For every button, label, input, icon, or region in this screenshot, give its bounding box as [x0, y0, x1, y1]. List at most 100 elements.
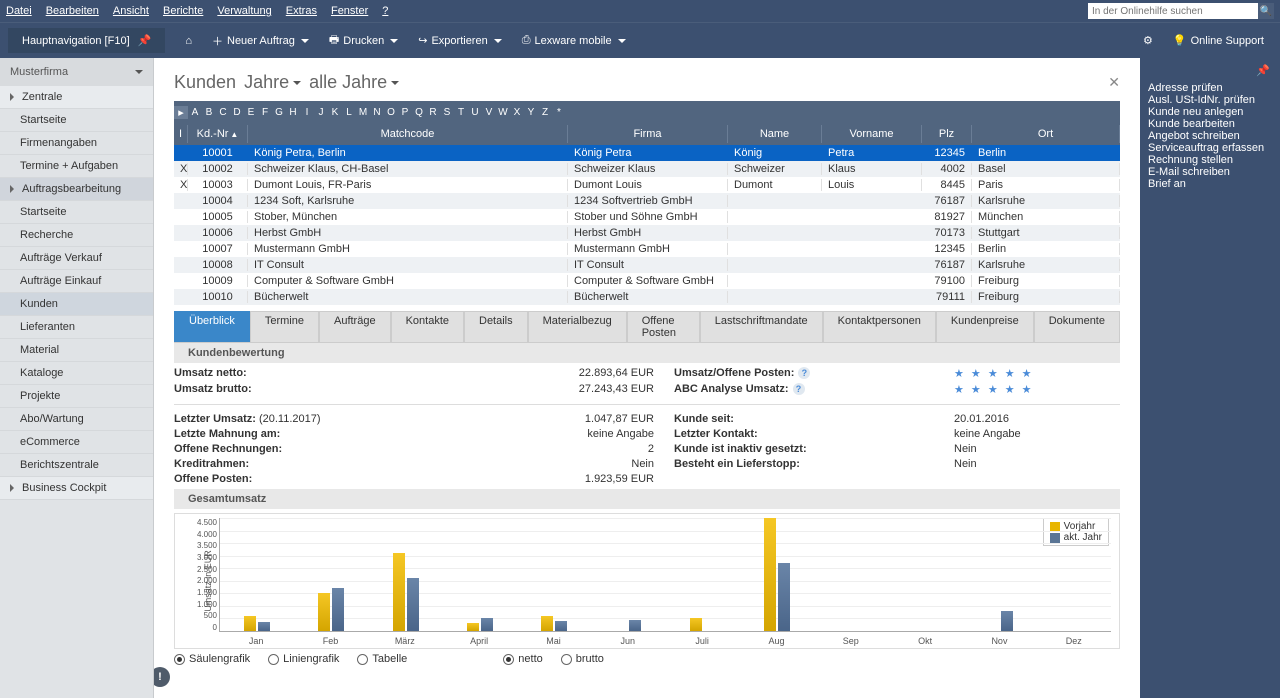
pin-icon[interactable]: 📌 [1256, 64, 1270, 77]
action-brief-an[interactable]: Brief an [1148, 178, 1272, 190]
year-dropdown-1[interactable]: Jahre [244, 72, 301, 93]
table-row[interactable]: 10001König Petra, BerlinKönig PetraKönig… [174, 145, 1120, 161]
alpha-H[interactable]: H [286, 107, 300, 118]
radio-saulengrafik[interactable]: Säulengrafik [174, 653, 250, 665]
sidebar-item-ecommerce[interactable]: eCommerce [0, 431, 153, 454]
info-icon[interactable]: ? [798, 367, 810, 379]
alpha-I[interactable]: I [300, 107, 314, 118]
sidebar-item-auftr-ge-verkauf[interactable]: Aufträge Verkauf [0, 247, 153, 270]
alpha-J[interactable]: J [314, 107, 328, 118]
tab-kontaktpersonen[interactable]: Kontaktpersonen [823, 311, 936, 342]
row-selector[interactable]: ▸ [174, 106, 188, 119]
close-icon[interactable]: ✕ [1108, 74, 1120, 91]
col-ort[interactable]: Ort [972, 125, 1120, 143]
info-icon[interactable]: ? [793, 383, 805, 395]
table-row[interactable]: 10005Stober, MünchenStober und Söhne Gmb… [174, 209, 1120, 225]
action-adresse-pr-fen[interactable]: Adresse prüfen [1148, 82, 1272, 94]
sidebar-company-header[interactable]: Musterfirma [0, 58, 153, 86]
sidebar-item-startseite[interactable]: Startseite [0, 201, 153, 224]
main-nav-button[interactable]: Hauptnavigation [F10]📌 [8, 28, 165, 53]
radio-tabelle[interactable]: Tabelle [357, 653, 407, 665]
tab--berblick[interactable]: Überblick [174, 311, 250, 342]
alpha-K[interactable]: K [328, 107, 342, 118]
sidebar-item-kunden[interactable]: Kunden [0, 293, 153, 316]
tab-offene-posten[interactable]: Offene Posten [627, 311, 700, 342]
sidebar-item-auftragsbearbeitung[interactable]: Auftragsbearbeitung [0, 178, 153, 201]
alpha-T[interactable]: T [454, 107, 468, 118]
sidebar-item-material[interactable]: Material [0, 339, 153, 362]
alpha-Z[interactable]: Z [538, 107, 552, 118]
tab-auftr-ge[interactable]: Aufträge [319, 311, 391, 342]
online-support-button[interactable]: 💡Online Support [1165, 30, 1272, 51]
action-kunde-neu-anlegen[interactable]: Kunde neu anlegen [1148, 106, 1272, 118]
help-search-input[interactable] [1088, 3, 1258, 19]
action-angebot-schreiben[interactable]: Angebot schreiben [1148, 130, 1272, 142]
menu-fenster[interactable]: Fenster [331, 5, 368, 17]
sidebar-item-lieferanten[interactable]: Lieferanten [0, 316, 153, 339]
sidebar-item-abo-wartung[interactable]: Abo/Wartung [0, 408, 153, 431]
alpha-G[interactable]: G [272, 107, 286, 118]
table-row[interactable]: 10008IT ConsultIT Consult76187Karlsruhe [174, 257, 1120, 273]
menu-?[interactable]: ? [382, 5, 388, 17]
tab-kontakte[interactable]: Kontakte [391, 311, 464, 342]
tab-materialbezug[interactable]: Materialbezug [528, 311, 627, 342]
table-row[interactable]: 10009Computer & Software GmbHComputer & … [174, 273, 1120, 289]
lexware-mobile-button[interactable]: ⎙Lexware mobile [514, 30, 634, 51]
alpha-L[interactable]: L [342, 107, 356, 118]
tab-details[interactable]: Details [464, 311, 528, 342]
alpha-F[interactable]: F [258, 107, 272, 118]
search-icon[interactable]: 🔍 [1258, 3, 1274, 19]
sidebar-item-berichtszentrale[interactable]: Berichtszentrale [0, 454, 153, 477]
alpha-Y[interactable]: Y [524, 107, 538, 118]
tab-lastschriftmandate[interactable]: Lastschriftmandate [700, 311, 823, 342]
sidebar-item-business-cockpit[interactable]: Business Cockpit [0, 477, 153, 500]
sidebar-item-projekte[interactable]: Projekte [0, 385, 153, 408]
alpha-N[interactable]: N [370, 107, 384, 118]
alpha-O[interactable]: O [384, 107, 398, 118]
menu-ansicht[interactable]: Ansicht [113, 5, 149, 17]
alpha-V[interactable]: V [482, 107, 496, 118]
menu-berichte[interactable]: Berichte [163, 5, 203, 17]
new-order-button[interactable]: ＋Neuer Auftrag [204, 29, 317, 53]
tab-termine[interactable]: Termine [250, 311, 319, 342]
alpha-S[interactable]: S [440, 107, 454, 118]
year-dropdown-2[interactable]: alle Jahre [309, 72, 399, 93]
sidebar-item-kataloge[interactable]: Kataloge [0, 362, 153, 385]
alpha-A[interactable]: A [188, 107, 202, 118]
alpha-*[interactable]: * [552, 107, 566, 118]
tab-dokumente[interactable]: Dokumente [1034, 311, 1120, 342]
alpha-C[interactable]: C [216, 107, 230, 118]
info-icon[interactable]: ! [154, 667, 170, 687]
table-row[interactable]: 100041234 Soft, Karlsruhe1234 Softvertri… [174, 193, 1120, 209]
alpha-W[interactable]: W [496, 107, 510, 118]
col-plz[interactable]: Plz [922, 125, 972, 143]
alpha-Q[interactable]: Q [412, 107, 426, 118]
sidebar-item-auftr-ge-einkauf[interactable]: Aufträge Einkauf [0, 270, 153, 293]
col-matchcode[interactable]: Matchcode [248, 125, 568, 143]
print-button[interactable]: 🖶Drucken [321, 27, 406, 54]
alpha-B[interactable]: B [202, 107, 216, 118]
col-indicator[interactable]: I [174, 125, 188, 143]
menu-datei[interactable]: Datei [6, 5, 32, 17]
action-kunde-bearbeiten[interactable]: Kunde bearbeiten [1148, 118, 1272, 130]
action-e-mail-schreiben[interactable]: E-Mail schreiben [1148, 166, 1272, 178]
sidebar-item-startseite[interactable]: Startseite [0, 109, 153, 132]
table-row[interactable]: X10003Dumont Louis, FR-ParisDumont Louis… [174, 177, 1120, 193]
alpha-P[interactable]: P [398, 107, 412, 118]
col-kdnr[interactable]: Kd.-Nr▲ [188, 125, 248, 143]
home-button[interactable]: ⌂ [177, 31, 200, 51]
sidebar-item-termine-aufgaben[interactable]: Termine + Aufgaben [0, 155, 153, 178]
alpha-D[interactable]: D [230, 107, 244, 118]
radio-netto[interactable]: netto [503, 653, 542, 665]
action-ausl-ust-idnr-pr-fen[interactable]: Ausl. USt-IdNr. prüfen [1148, 94, 1272, 106]
export-button[interactable]: ↪Exportieren [410, 30, 509, 51]
col-vorname[interactable]: Vorname [822, 125, 922, 143]
table-row[interactable]: 10006Herbst GmbHHerbst GmbH70173Stuttgar… [174, 225, 1120, 241]
alpha-X[interactable]: X [510, 107, 524, 118]
alpha-M[interactable]: M [356, 107, 370, 118]
gear-icon[interactable]: ⚙ [1143, 34, 1153, 47]
menu-bearbeiten[interactable]: Bearbeiten [46, 5, 99, 17]
sidebar-item-firmenangaben[interactable]: Firmenangaben [0, 132, 153, 155]
alpha-U[interactable]: U [468, 107, 482, 118]
menu-extras[interactable]: Extras [286, 5, 317, 17]
